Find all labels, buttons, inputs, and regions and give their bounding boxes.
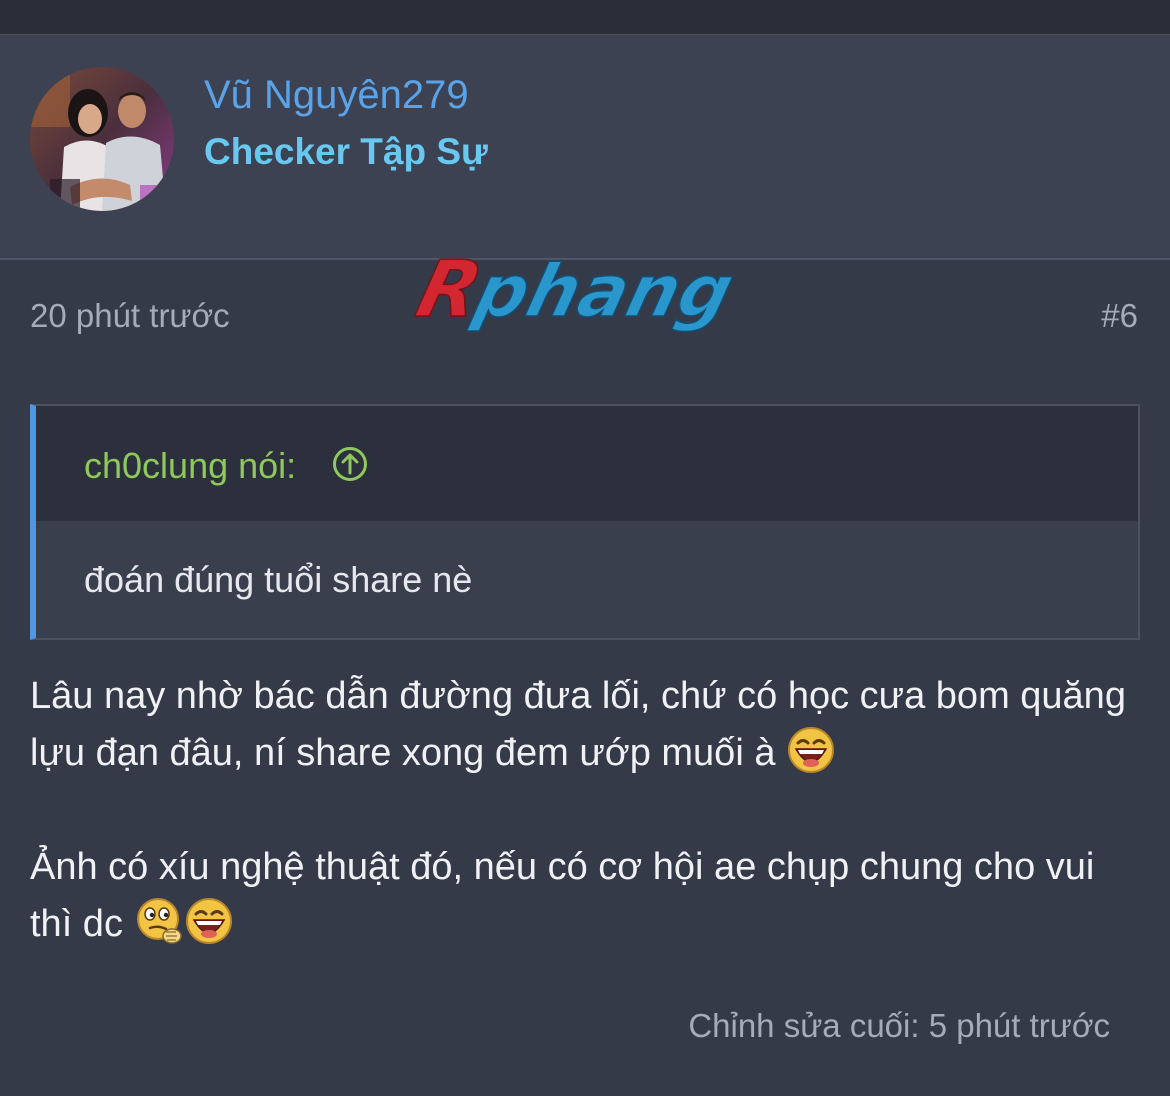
avatar-photo bbox=[30, 67, 174, 211]
avatar[interactable] bbox=[30, 67, 174, 211]
top-strip bbox=[0, 0, 1170, 34]
quote-header: ch0clung nói: bbox=[36, 406, 1138, 521]
laughing-emoji-icon bbox=[786, 725, 836, 775]
post-number-link[interactable]: #6 bbox=[1101, 296, 1138, 336]
quote-author-link[interactable]: ch0clung nói: bbox=[84, 444, 296, 488]
laughing-emoji-icon bbox=[184, 896, 234, 946]
post-timestamp[interactable]: 20 phút trước bbox=[30, 296, 230, 336]
message-paragraph: Ảnh có xíu nghệ thuật đó, nếu có cơ hội … bbox=[30, 839, 1140, 953]
message-paragraph: Lâu nay nhờ bác dẫn đường đưa lối, chứ c… bbox=[30, 668, 1140, 782]
quote-content: đoán đúng tuổi share nè bbox=[84, 559, 473, 600]
user-title: Checker Tập Sự bbox=[204, 131, 488, 172]
message-paragraph-text: Lâu nay nhờ bác dẫn đường đưa lối, chứ c… bbox=[30, 675, 1126, 774]
quote-block: ch0clung nói: đoán đúng tuổi share nè bbox=[30, 404, 1140, 640]
post-message: Lâu nay nhờ bác dẫn đường đưa lối, chứ c… bbox=[30, 668, 1140, 953]
arrow-up-circle-icon[interactable] bbox=[332, 446, 368, 482]
last-edited-note: Chỉnh sửa cuối: 5 phút trước bbox=[688, 1007, 1110, 1044]
thinking-emoji-icon bbox=[134, 896, 184, 946]
post-body: 20 phút trước #6 ch0clung nói: đoán đúng… bbox=[0, 260, 1170, 1096]
username-link[interactable]: Vũ Nguyên279 bbox=[204, 71, 469, 119]
post-user-header: Vũ Nguyên279 Checker Tập Sự bbox=[0, 34, 1170, 260]
